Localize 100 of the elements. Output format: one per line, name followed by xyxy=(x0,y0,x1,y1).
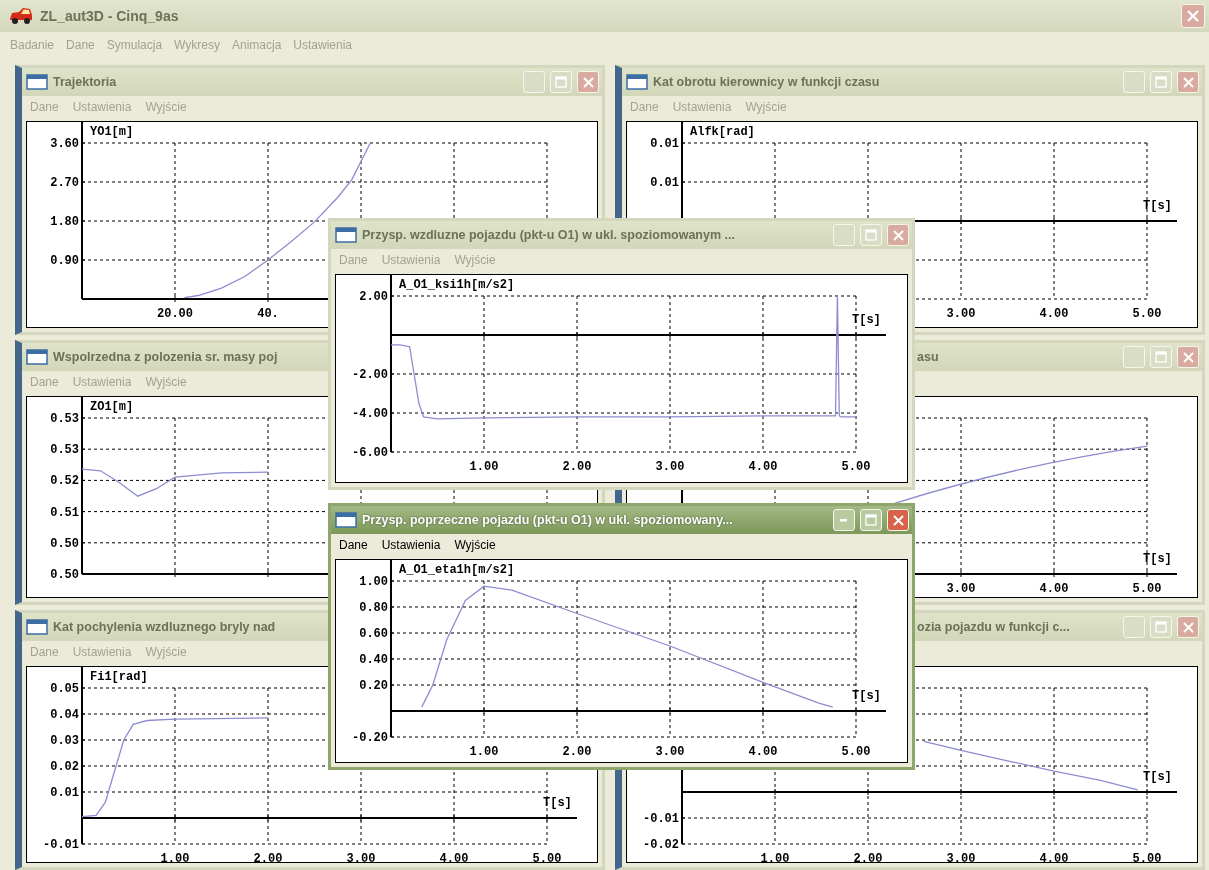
maximize-icon xyxy=(1155,76,1167,88)
maximize-button[interactable] xyxy=(1150,71,1172,93)
close-button[interactable] xyxy=(577,71,599,93)
menu-item[interactable]: Ustawienia xyxy=(381,538,441,552)
tick-label: 0.01 xyxy=(650,137,679,151)
tick-label: 4.00 xyxy=(439,852,469,862)
close-button[interactable] xyxy=(887,509,909,531)
y-axis-label: YO1[m] xyxy=(90,125,134,139)
maximize-icon xyxy=(865,229,877,241)
tick-label: 0.60 xyxy=(359,627,388,641)
menu-item[interactable]: Wyjście xyxy=(145,100,187,114)
close-icon xyxy=(892,514,904,526)
tick-label: 3.00 xyxy=(346,852,376,862)
menu-item[interactable]: Ustawienia xyxy=(72,645,132,659)
window-title: Kat pochylenia wzdluznego bryly nad xyxy=(53,620,276,634)
tick-label: 5.00 xyxy=(1132,307,1162,321)
tick-label: 5.00 xyxy=(841,460,871,474)
minimize-button[interactable] xyxy=(1123,71,1145,93)
tick-label: 5.00 xyxy=(532,852,562,862)
tick-label: 0.50 xyxy=(50,568,79,582)
tick-label: 2.00 xyxy=(253,852,283,862)
window-icon xyxy=(26,349,48,365)
maximize-button[interactable] xyxy=(1150,346,1172,368)
y-axis-label: ZO1[m] xyxy=(90,400,134,414)
maximize-button[interactable] xyxy=(860,224,882,246)
window-icon xyxy=(26,74,48,90)
tick-label: 5.00 xyxy=(1132,582,1162,596)
close-icon xyxy=(892,229,904,241)
menu-item[interactable]: Ustawienia xyxy=(381,253,441,267)
car-icon xyxy=(8,7,34,25)
close-button[interactable] xyxy=(887,224,909,246)
tick-label: -2.00 xyxy=(352,368,388,382)
tick-label: 1.00 xyxy=(160,852,190,862)
maximize-icon xyxy=(1155,621,1167,633)
tick-label: 5.00 xyxy=(1132,852,1162,862)
tick-label: 0.80 xyxy=(359,601,388,615)
y-axis-label: A_O1_ksi1h[m/s2] xyxy=(399,278,515,292)
x-axis-label: T[s] xyxy=(1143,552,1172,566)
tick-label: 2.00 xyxy=(359,290,388,304)
tick-label: 4.00 xyxy=(1039,582,1069,596)
menu-item[interactable]: Dane xyxy=(30,645,59,659)
tick-label: 40. xyxy=(257,307,279,321)
menu-item[interactable]: Wyjście xyxy=(454,538,496,552)
close-button[interactable] xyxy=(1177,346,1199,368)
maximize-button[interactable] xyxy=(1150,616,1172,638)
menu-item[interactable]: Symulacja xyxy=(106,38,163,52)
window-icon xyxy=(335,227,357,243)
menu-item[interactable]: Wyjście xyxy=(745,100,787,114)
maximize-icon xyxy=(555,76,567,88)
menu-item[interactable]: Wyjście xyxy=(145,645,187,659)
minimize-button[interactable] xyxy=(1123,616,1145,638)
menu-item[interactable]: Ustawienia xyxy=(72,100,132,114)
x-axis-label: T[s] xyxy=(543,796,572,810)
window-title: Przysp. wzdluzne pojazdu (pkt-u O1) w ukl. spoziomowanym ... xyxy=(362,228,735,242)
menu-item[interactable]: Ustawienia xyxy=(72,375,132,389)
tick-label: 0.40 xyxy=(359,653,388,667)
window-title: asu xyxy=(917,350,939,364)
maximize-button[interactable] xyxy=(550,71,572,93)
minimize-button[interactable] xyxy=(1123,346,1145,368)
menu-item[interactable]: Dane xyxy=(630,100,659,114)
tick-label: 4.00 xyxy=(1039,852,1069,862)
menu-item[interactable]: Dane xyxy=(30,100,59,114)
close-button[interactable] xyxy=(1177,71,1199,93)
menu-item[interactable]: Dane xyxy=(66,38,95,52)
menu-item[interactable]: Dane xyxy=(339,538,368,552)
tick-label: 0.50 xyxy=(50,536,79,551)
menu-item[interactable]: Dane xyxy=(339,253,368,267)
menu-item[interactable]: Badanie xyxy=(10,38,55,52)
menu-item[interactable]: Wykresy xyxy=(174,38,220,52)
tick-label: 0.20 xyxy=(359,679,388,693)
menu-item[interactable]: Wyjście xyxy=(454,253,496,267)
tick-label: 0.52 xyxy=(50,474,79,489)
menu-item[interactable]: Ustawienia xyxy=(293,38,353,52)
tick-label: 3.00 xyxy=(655,460,685,474)
tick-label: 4.00 xyxy=(748,745,778,759)
close-icon xyxy=(1187,10,1199,22)
tick-label: 3.00 xyxy=(946,852,976,862)
maximize-button[interactable] xyxy=(860,509,882,531)
tick-label: 0.04 xyxy=(50,708,79,722)
tick-label: -0.01 xyxy=(643,812,679,826)
y-axis-label: A_O1_eta1h[m/s2] xyxy=(399,563,515,577)
menu-item[interactable]: Animacja xyxy=(232,38,282,52)
tick-label: 2.70 xyxy=(50,176,79,190)
tick-label: 0.53 xyxy=(50,443,79,458)
tick-label: 1.00 xyxy=(760,852,790,862)
y-axis-label: Fi1[rad] xyxy=(90,670,148,684)
close-button[interactable] xyxy=(1181,4,1205,28)
menu-item[interactable]: Wyjście xyxy=(145,375,187,389)
window-title: ozia pojazdu w funkcji c... xyxy=(917,620,1070,634)
x-axis-label: T[s] xyxy=(852,313,881,327)
tick-label: 2.00 xyxy=(562,460,592,474)
minimize-button[interactable] xyxy=(833,509,855,531)
menu-item[interactable]: Ustawienia xyxy=(672,100,732,114)
menu-item[interactable]: Dane xyxy=(30,375,59,389)
tick-label: 0.01 xyxy=(50,786,79,800)
close-button[interactable] xyxy=(1177,616,1199,638)
minimize-button[interactable] xyxy=(833,224,855,246)
tick-label: 4.00 xyxy=(1039,307,1069,321)
minimize-button[interactable] xyxy=(523,71,545,93)
tick-label: 1.80 xyxy=(50,215,79,229)
